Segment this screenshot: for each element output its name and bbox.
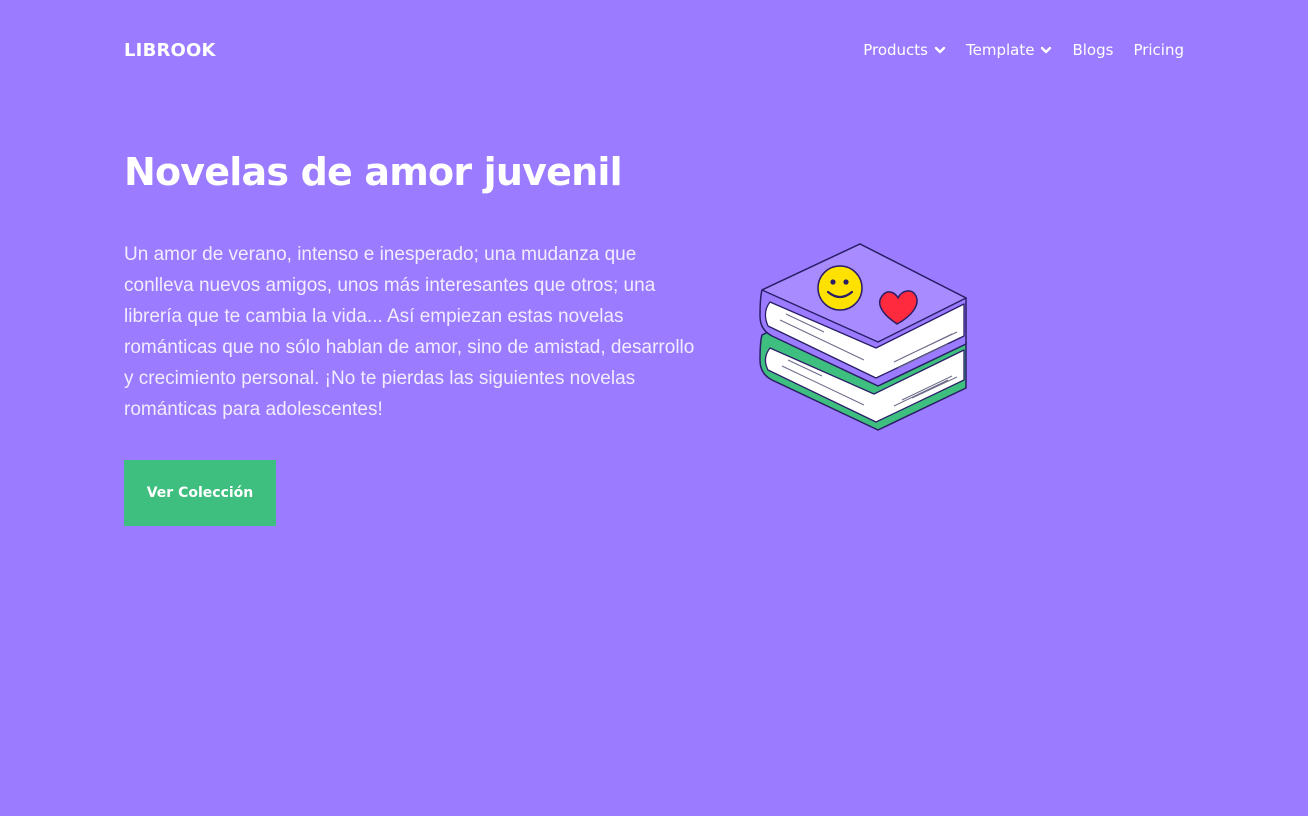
nav-item-blogs[interactable]: Blogs [1072, 41, 1113, 59]
page-title: Novelas de amor juvenil [124, 150, 623, 194]
chevron-down-icon [934, 44, 946, 56]
view-collection-button[interactable]: Ver Colección [124, 460, 276, 526]
nav-item-products[interactable]: Products [863, 41, 946, 59]
stacked-books-illustration [752, 240, 976, 436]
nav-item-label: Template [966, 41, 1035, 59]
main-nav: Products Template Blogs Pricing [863, 41, 1184, 59]
nav-item-label: Blogs [1072, 41, 1114, 59]
nav-item-label: Pricing [1133, 41, 1184, 59]
nav-item-template[interactable]: Template [966, 41, 1052, 59]
nav-item-label: Products [863, 41, 928, 59]
nav-item-pricing[interactable]: Pricing [1133, 41, 1184, 59]
brand-logo[interactable]: LIBROOK [124, 40, 216, 61]
hero-description: Un amor de verano, intenso e inesperado;… [124, 244, 695, 420]
chevron-down-icon [1040, 44, 1052, 56]
